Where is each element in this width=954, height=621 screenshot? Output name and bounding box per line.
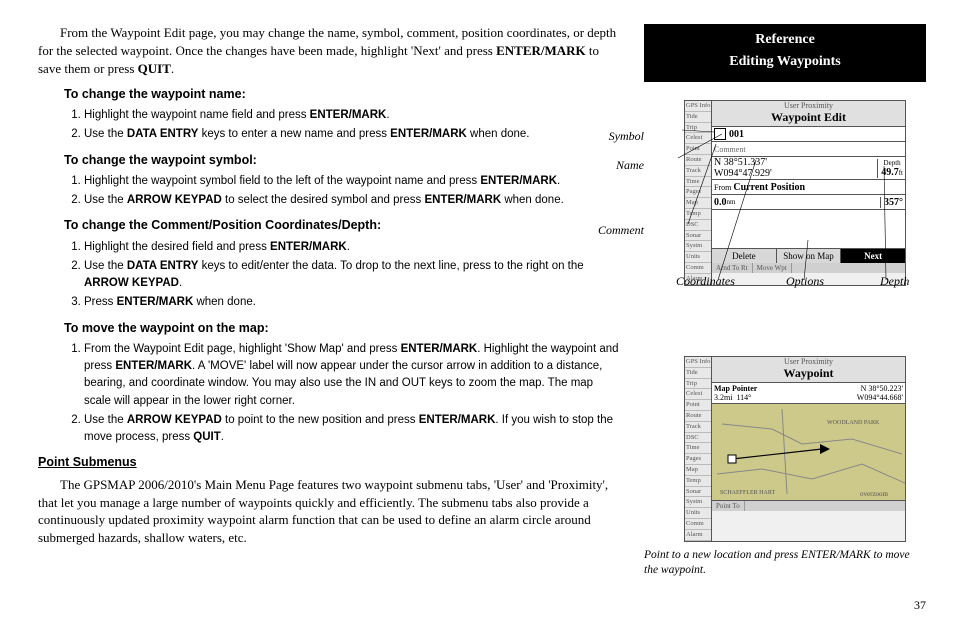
intro-paragraph: From the Waypoint Edit page, you may cha… (38, 24, 620, 78)
screen-waypoint-edit: GPS InfoTideTripCelestPointRouteTrackTim… (684, 100, 906, 286)
screen1-distbrg-row: 0.0nm 357° (712, 195, 905, 210)
screen2-softkeys: Point To (712, 501, 905, 511)
screen1-from-row: From Current Position (712, 180, 905, 195)
point-submenus-paragraph: The GPSMAP 2006/2010's Main Menu Page fe… (38, 476, 620, 548)
screen1-coords-row: N 38°51.337' W094°47.929' Depth 49.7ft (712, 157, 905, 180)
screen2-map: overzoom WOODLAND PARK SCHAEFFLER HART (712, 404, 905, 501)
page-number: 37 (914, 598, 926, 613)
figure1-left-labels: Symbol Name Comment (594, 122, 644, 244)
screen1-softkeys: Arnd To Rt Move Wpt (712, 263, 905, 273)
btn-show-on-map: Show on Map (777, 249, 842, 263)
steps-change-comment: Highlight the desired field and press EN… (64, 239, 620, 312)
figure2-caption: Point to a new location and press ENTER/… (644, 548, 926, 579)
figure-waypoint-map: GPS InfoTideTripCelestPointRouteTrackDSC… (644, 356, 926, 579)
screen1-titlebar: User Proximity Waypoint Edit (712, 101, 905, 127)
heading-change-name: To change the waypoint name: (64, 86, 620, 103)
btn-delete: Delete (712, 249, 777, 263)
screen1-blank (712, 210, 905, 249)
screen1-tabs: GPS InfoTideTripCelestPointRouteTrackTim… (685, 101, 712, 285)
svg-text:overzoom: overzoom (860, 490, 889, 498)
screen2-tabs: GPS InfoTideTripCelestPointRouteTrackDSC… (685, 357, 712, 541)
steps-move-waypoint: From the Waypoint Edit page, highlight '… (64, 341, 620, 447)
screen1-buttons: Delete Show on Map Next (712, 249, 905, 263)
heading-move-waypoint: To move the waypoint on the map: (64, 320, 620, 337)
banner-title: Reference (648, 32, 922, 48)
screen-waypoint-map: GPS InfoTideTripCelestPointRouteTrackDSC… (684, 356, 906, 542)
screen1-comment-label: Comment (712, 142, 905, 157)
heading-point-submenus: Point Submenus (38, 454, 620, 471)
heading-change-comment: To change the Comment/Position Coordinat… (64, 217, 620, 234)
screen2-pointer-row: Map Pointer 3.2mi 114° N 38°50.223' W094… (712, 383, 905, 404)
banner-subtitle: Editing Waypoints (648, 54, 922, 70)
waypoint-symbol-icon (714, 128, 726, 140)
svg-text:WOODLAND PARK: WOODLAND PARK (827, 420, 880, 426)
figure-waypoint-edit: Symbol Name Comment GPS InfoTideTripCele… (638, 100, 926, 300)
sidebar-column: Reference Editing Waypoints Symbol Name … (644, 24, 926, 611)
reference-banner: Reference Editing Waypoints (644, 24, 926, 82)
main-column: From the Waypoint Edit page, you may cha… (38, 24, 644, 611)
svg-text:SCHAEFFLER HART: SCHAEFFLER HART (720, 490, 775, 496)
screen1-name-row: 001 (712, 127, 905, 142)
steps-change-name: Highlight the waypoint name field and pr… (64, 107, 620, 144)
steps-change-symbol: Highlight the waypoint symbol field to t… (64, 173, 620, 210)
screen2-titlebar: User Proximity Waypoint (712, 357, 905, 383)
heading-change-symbol: To change the waypoint symbol: (64, 152, 620, 169)
btn-next: Next (841, 249, 905, 263)
